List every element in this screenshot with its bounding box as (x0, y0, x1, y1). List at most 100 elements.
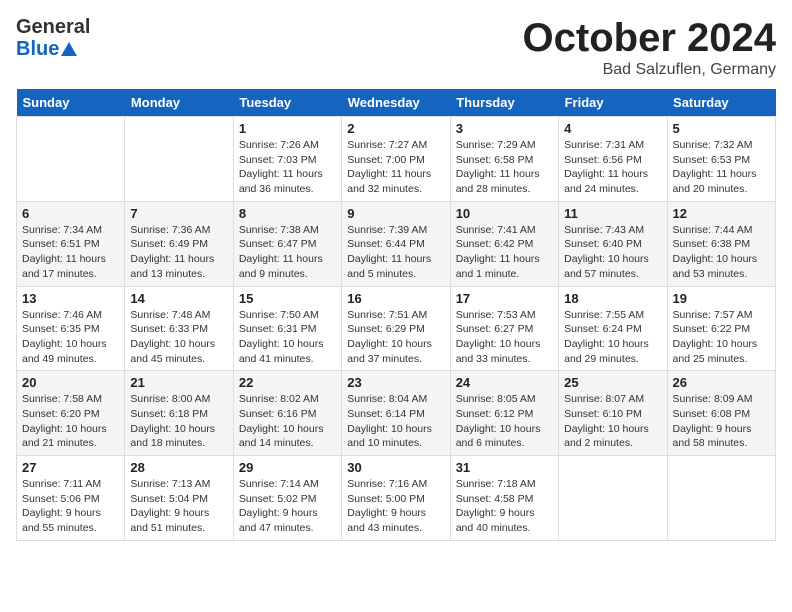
calendar-table: SundayMondayTuesdayWednesdayThursdayFrid… (16, 89, 776, 541)
logo-general: General (16, 16, 90, 38)
calendar-cell: 22 Sunrise: 8:02 AM Sunset: 6:16 PM Dayli… (233, 371, 341, 456)
calendar-cell: 30Sunrise: 7:16 AM Sunset: 5:00 PM Dayli… (342, 456, 450, 541)
calendar-cell: 26Sunrise: 8:09 AM Sunset: 6:08 PM Dayli… (667, 371, 775, 456)
day-number: 31 (456, 460, 553, 475)
calendar-cell: 2 Sunrise: 7:27 AM Sunset: 7:00 PM Daylig… (342, 117, 450, 202)
day-number: 14 (130, 291, 227, 306)
week-row-2: 6Sunrise: 7:34 AM Sunset: 6:51 PM Daylig… (17, 201, 776, 286)
day-info: Sunrise: 8:05 AM Sunset: 6:12 PM Dayligh… (456, 392, 553, 451)
calendar-cell: 7 Sunrise: 7:36 AM Sunset: 6:49 PM Daylig… (125, 201, 233, 286)
month-title: October 2024 (523, 16, 776, 61)
logo-blue-text: Blue (16, 38, 59, 60)
title-block: October 2024 Bad Salzuflen, Germany (523, 16, 776, 79)
logo: General Blue (16, 16, 90, 60)
day-number: 8 (239, 206, 336, 221)
logo-triangle-icon (61, 42, 77, 56)
day-number: 16 (347, 291, 444, 306)
day-number: 7 (130, 206, 227, 221)
day-number: 11 (564, 206, 661, 221)
day-info: Sunrise: 7:38 AM Sunset: 6:47 PM Dayligh… (239, 223, 336, 282)
weekday-header-thursday: Thursday (450, 89, 558, 117)
weekday-header-tuesday: Tuesday (233, 89, 341, 117)
page-header: General Blue October 2024 Bad Salzuflen,… (16, 16, 776, 79)
calendar-cell: 16 Sunrise: 7:51 AM Sunset: 6:29 PM Dayli… (342, 286, 450, 371)
day-info: Sunrise: 7:43 AM Sunset: 6:40 PM Dayligh… (564, 223, 661, 282)
day-number: 3 (456, 121, 553, 136)
calendar-cell: 18Sunrise: 7:55 AM Sunset: 6:24 PM Dayli… (559, 286, 667, 371)
day-info: Sunrise: 7:57 AM Sunset: 6:22 PM Dayligh… (673, 308, 770, 367)
day-number: 22 (239, 375, 336, 390)
calendar-cell (559, 456, 667, 541)
day-info: Sunrise: 7:31 AM Sunset: 6:56 PM Dayligh… (564, 138, 661, 197)
calendar-cell: 27 Sunrise: 7:11 AM Sunset: 5:06 PM Dayli… (17, 456, 125, 541)
day-number: 9 (347, 206, 444, 221)
day-number: 24 (456, 375, 553, 390)
day-number: 2 (347, 121, 444, 136)
day-number: 19 (673, 291, 770, 306)
weekday-header-friday: Friday (559, 89, 667, 117)
day-number: 12 (673, 206, 770, 221)
calendar-cell: 11 Sunrise: 7:43 AM Sunset: 6:40 PM Dayli… (559, 201, 667, 286)
calendar-cell: 15 Sunrise: 7:50 AM Sunset: 6:31 PM Dayli… (233, 286, 341, 371)
calendar-cell: 3 Sunrise: 7:29 AM Sunset: 6:58 PM Daylig… (450, 117, 558, 202)
week-row-4: 20Sunrise: 7:58 AM Sunset: 6:20 PM Dayli… (17, 371, 776, 456)
day-info: Sunrise: 7:50 AM Sunset: 6:31 PM Dayligh… (239, 308, 336, 367)
logo-blue: Blue (16, 38, 90, 60)
day-number: 30 (347, 460, 444, 475)
day-number: 1 (239, 121, 336, 136)
day-number: 27 (22, 460, 119, 475)
day-number: 29 (239, 460, 336, 475)
day-info: Sunrise: 8:07 AM Sunset: 6:10 PM Dayligh… (564, 392, 661, 451)
day-number: 15 (239, 291, 336, 306)
day-info: Sunrise: 7:48 AM Sunset: 6:33 PM Dayligh… (130, 308, 227, 367)
calendar-cell: 20Sunrise: 7:58 AM Sunset: 6:20 PM Dayli… (17, 371, 125, 456)
calendar-cell: 9Sunrise: 7:39 AM Sunset: 6:44 PM Daylig… (342, 201, 450, 286)
day-info: Sunrise: 8:02 AM Sunset: 6:16 PM Dayligh… (239, 392, 336, 451)
day-info: Sunrise: 7:26 AM Sunset: 7:03 PM Dayligh… (239, 138, 336, 197)
day-number: 21 (130, 375, 227, 390)
day-info: Sunrise: 8:04 AM Sunset: 6:14 PM Dayligh… (347, 392, 444, 451)
calendar-cell: 17Sunrise: 7:53 AM Sunset: 6:27 PM Dayli… (450, 286, 558, 371)
day-info: Sunrise: 8:00 AM Sunset: 6:18 PM Dayligh… (130, 392, 227, 451)
calendar-cell: 6Sunrise: 7:34 AM Sunset: 6:51 PM Daylig… (17, 201, 125, 286)
day-info: Sunrise: 7:36 AM Sunset: 6:49 PM Dayligh… (130, 223, 227, 282)
day-number: 13 (22, 291, 119, 306)
day-info: Sunrise: 7:11 AM Sunset: 5:06 PM Dayligh… (22, 477, 119, 536)
day-number: 6 (22, 206, 119, 221)
calendar-cell: 28Sunrise: 7:13 AM Sunset: 5:04 PM Dayli… (125, 456, 233, 541)
week-row-1: 1 Sunrise: 7:26 AM Sunset: 7:03 PM Daylig… (17, 117, 776, 202)
calendar-cell: 24 Sunrise: 8:05 AM Sunset: 6:12 PM Dayli… (450, 371, 558, 456)
calendar-cell: 4 Sunrise: 7:31 AM Sunset: 6:56 PM Daylig… (559, 117, 667, 202)
day-info: Sunrise: 7:27 AM Sunset: 7:00 PM Dayligh… (347, 138, 444, 197)
calendar-cell: 14 Sunrise: 7:48 AM Sunset: 6:33 PM Dayli… (125, 286, 233, 371)
calendar-cell: 5Sunrise: 7:32 AM Sunset: 6:53 PM Daylig… (667, 117, 775, 202)
calendar-cell (667, 456, 775, 541)
weekday-header-row: SundayMondayTuesdayWednesdayThursdayFrid… (17, 89, 776, 117)
day-number: 4 (564, 121, 661, 136)
location: Bad Salzuflen, Germany (523, 61, 776, 79)
day-info: Sunrise: 7:53 AM Sunset: 6:27 PM Dayligh… (456, 308, 553, 367)
day-info: Sunrise: 7:29 AM Sunset: 6:58 PM Dayligh… (456, 138, 553, 197)
calendar-cell (17, 117, 125, 202)
day-number: 10 (456, 206, 553, 221)
week-row-3: 13 Sunrise: 7:46 AM Sunset: 6:35 PM Dayli… (17, 286, 776, 371)
calendar-cell: 12 Sunrise: 7:44 AM Sunset: 6:38 PM Dayli… (667, 201, 775, 286)
day-info: Sunrise: 7:44 AM Sunset: 6:38 PM Dayligh… (673, 223, 770, 282)
calendar-cell: 21 Sunrise: 8:00 AM Sunset: 6:18 PM Dayli… (125, 371, 233, 456)
day-info: Sunrise: 7:41 AM Sunset: 6:42 PM Dayligh… (456, 223, 553, 282)
calendar-cell: 1 Sunrise: 7:26 AM Sunset: 7:03 PM Daylig… (233, 117, 341, 202)
day-number: 18 (564, 291, 661, 306)
weekday-header-wednesday: Wednesday (342, 89, 450, 117)
calendar-cell: 23 Sunrise: 8:04 AM Sunset: 6:14 PM Dayli… (342, 371, 450, 456)
calendar-cell (125, 117, 233, 202)
weekday-header-saturday: Saturday (667, 89, 775, 117)
calendar-cell: 8 Sunrise: 7:38 AM Sunset: 6:47 PM Daylig… (233, 201, 341, 286)
day-number: 23 (347, 375, 444, 390)
day-number: 28 (130, 460, 227, 475)
day-info: Sunrise: 7:46 AM Sunset: 6:35 PM Dayligh… (22, 308, 119, 367)
calendar-cell: 25Sunrise: 8:07 AM Sunset: 6:10 PM Dayli… (559, 371, 667, 456)
day-info: Sunrise: 8:09 AM Sunset: 6:08 PM Dayligh… (673, 392, 770, 451)
calendar-cell: 29Sunrise: 7:14 AM Sunset: 5:02 PM Dayli… (233, 456, 341, 541)
day-info: Sunrise: 7:51 AM Sunset: 6:29 PM Dayligh… (347, 308, 444, 367)
calendar-cell: 31Sunrise: 7:18 AM Sunset: 4:58 PM Dayli… (450, 456, 558, 541)
